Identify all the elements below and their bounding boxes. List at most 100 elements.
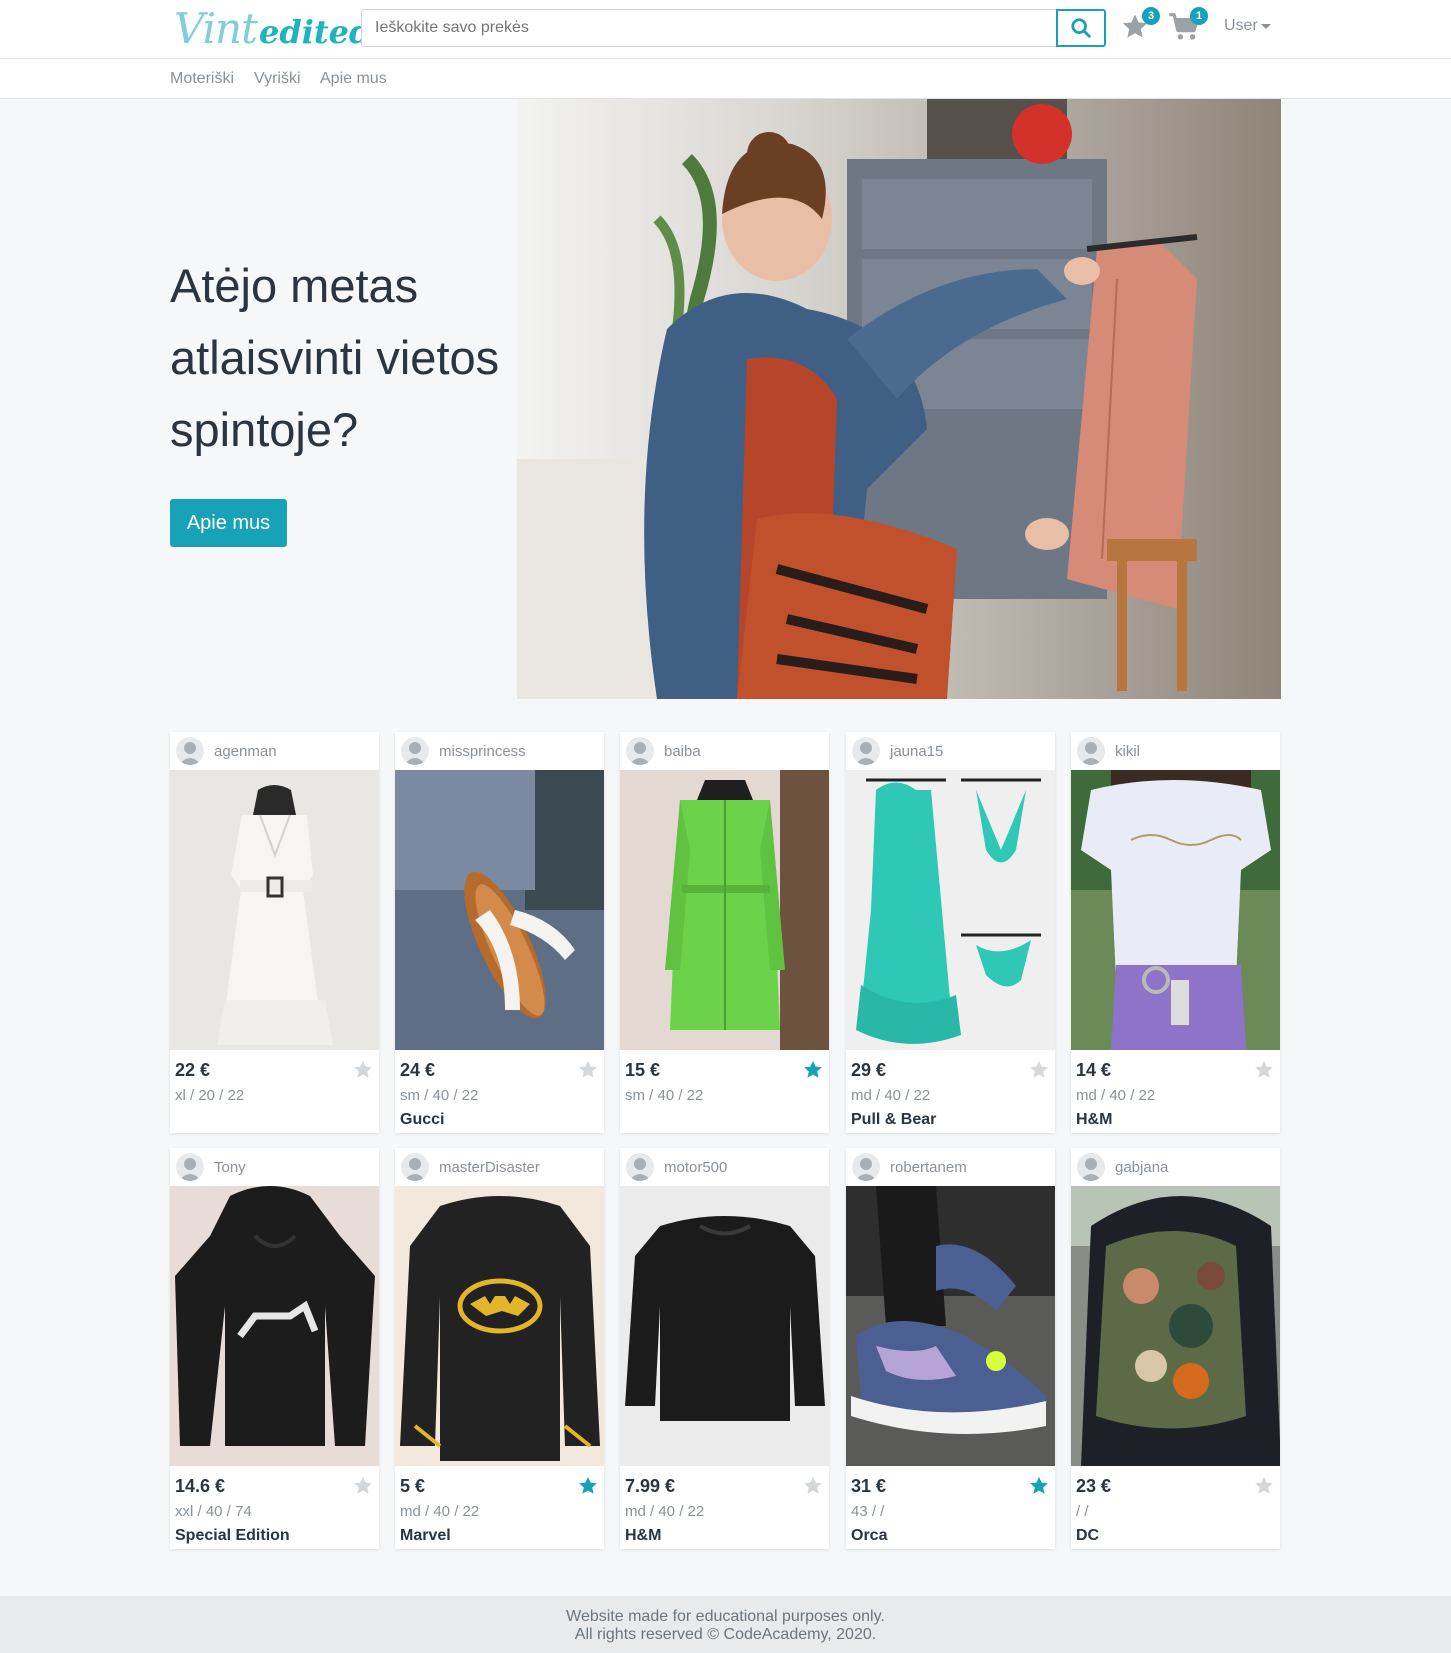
card-header: gabjana bbox=[1071, 1148, 1280, 1186]
seller-username[interactable]: kikil bbox=[1115, 743, 1140, 760]
seller-username[interactable]: missprincess bbox=[439, 743, 526, 760]
product-image[interactable] bbox=[1071, 1186, 1280, 1466]
search-bar bbox=[361, 9, 1106, 47]
product-price: 14 € bbox=[1076, 1060, 1112, 1080]
avatar-icon bbox=[176, 1153, 204, 1181]
product-size: md / 40 / 22 bbox=[1076, 1087, 1156, 1104]
favorite-star-icon[interactable] bbox=[802, 1475, 824, 1497]
product-price: 5 € bbox=[400, 1476, 426, 1496]
favorite-star-icon[interactable] bbox=[1253, 1059, 1275, 1081]
favorite-star-icon[interactable] bbox=[802, 1059, 824, 1081]
user-menu-label: User bbox=[1224, 17, 1258, 34]
cart-button[interactable]: 1 bbox=[1168, 7, 1208, 44]
product-card[interactable]: kikil 14 € md / 40 / 22 H&M bbox=[1071, 732, 1280, 1133]
avatar-icon bbox=[852, 1153, 880, 1181]
cart-count-badge: 1 bbox=[1190, 7, 1208, 25]
product-size: sm / 40 / 22 bbox=[400, 1087, 479, 1104]
favorite-star-icon[interactable] bbox=[1253, 1475, 1275, 1497]
seller-username[interactable]: gabjana bbox=[1115, 1159, 1168, 1176]
product-card[interactable]: agenman 22 € xl / 20 / 22 bbox=[170, 732, 379, 1133]
product-card[interactable]: baiba 15 € sm / 40 / 22 bbox=[620, 732, 829, 1133]
product-card[interactable]: gabjana 23 € / / DC bbox=[1071, 1148, 1280, 1549]
logo-part-2: edited bbox=[258, 13, 372, 51]
favorite-star-icon[interactable] bbox=[577, 1475, 599, 1497]
product-image[interactable] bbox=[1071, 770, 1280, 1050]
seller-username[interactable]: robertanem bbox=[890, 1159, 967, 1176]
hero-image bbox=[517, 99, 1281, 699]
product-size: md / 40 / 22 bbox=[400, 1503, 480, 1520]
search-input[interactable] bbox=[362, 10, 1054, 46]
product-size: xxl / 40 / 74 bbox=[175, 1503, 252, 1520]
product-image[interactable] bbox=[620, 1186, 829, 1466]
product-card[interactable]: jauna15 29 € md / 40 / 22 Pull & Bear bbox=[846, 732, 1055, 1133]
product-card[interactable]: missprincess 24 € sm / 40 / 22 Gucci bbox=[395, 732, 604, 1133]
product-card[interactable]: robertanem 31 € 43 / / Orca bbox=[846, 1148, 1055, 1549]
seller-username[interactable]: Tony bbox=[214, 1159, 246, 1176]
hero-title: Atėjo metas atlaisvinti vietos spintoje? bbox=[170, 259, 500, 456]
product-price: 29 € bbox=[851, 1060, 887, 1080]
user-menu[interactable]: User bbox=[1224, 17, 1271, 35]
product-price: 7.99 € bbox=[625, 1476, 676, 1496]
nav-item-moteriski[interactable]: Moteriški bbox=[170, 70, 234, 88]
product-brand: DC bbox=[1076, 1527, 1100, 1544]
seller-username[interactable]: masterDisaster bbox=[439, 1159, 540, 1176]
avatar-icon bbox=[852, 737, 880, 765]
hero-about-button[interactable]: Apie mus bbox=[170, 499, 287, 547]
card-header: robertanem bbox=[846, 1148, 1055, 1186]
product-image[interactable] bbox=[395, 770, 604, 1050]
product-image[interactable] bbox=[170, 770, 379, 1050]
footer: Website made for educational purposes on… bbox=[0, 1596, 1451, 1653]
product-brand: Orca bbox=[851, 1527, 888, 1544]
product-price: 15 € bbox=[625, 1060, 661, 1080]
product-card[interactable]: Tony 14.6 € xxl / 40 / 74 Special Editio… bbox=[170, 1148, 379, 1549]
avatar-icon bbox=[626, 1153, 654, 1181]
product-image[interactable] bbox=[170, 1186, 379, 1466]
card-header: kikil bbox=[1071, 732, 1280, 770]
seller-username[interactable]: agenman bbox=[214, 743, 277, 760]
product-size: md / 40 / 22 bbox=[851, 1087, 931, 1104]
product-card[interactable]: masterDisaster 5 € md / 40 / 22 Marvel bbox=[395, 1148, 604, 1549]
category-nav: Moteriški Vyriški Apie mus bbox=[0, 59, 1451, 99]
card-header: baiba bbox=[620, 732, 829, 770]
favorite-star-icon[interactable] bbox=[577, 1059, 599, 1081]
product-brand: Gucci bbox=[400, 1111, 445, 1128]
avatar-icon bbox=[401, 737, 429, 765]
product-brand: H&M bbox=[625, 1527, 662, 1544]
product-price: 14.6 € bbox=[175, 1476, 226, 1496]
seller-username[interactable]: motor500 bbox=[664, 1159, 727, 1176]
product-size: 43 / / bbox=[851, 1503, 885, 1520]
nav-item-vyriski[interactable]: Vyriški bbox=[254, 70, 301, 88]
seller-username[interactable]: baiba bbox=[664, 743, 701, 760]
avatar-icon bbox=[1077, 1153, 1105, 1181]
product-brand: Special Edition bbox=[175, 1527, 290, 1544]
chevron-down-icon bbox=[1260, 24, 1271, 29]
product-brand: H&M bbox=[1076, 1111, 1113, 1128]
logo-part-1: Vint bbox=[174, 4, 258, 53]
product-brand: Marvel bbox=[400, 1527, 451, 1544]
favorite-star-icon[interactable] bbox=[352, 1059, 374, 1081]
avatar-icon bbox=[1077, 737, 1105, 765]
card-header: Tony bbox=[170, 1148, 379, 1186]
favorite-star-icon[interactable] bbox=[352, 1475, 374, 1497]
favorites-count-badge: 3 bbox=[1142, 7, 1160, 25]
card-header: jauna15 bbox=[846, 732, 1055, 770]
seller-username[interactable]: jauna15 bbox=[890, 743, 943, 760]
footer-line-1: Website made for educational purposes on… bbox=[566, 1608, 885, 1625]
product-size: xl / 20 / 22 bbox=[175, 1087, 245, 1104]
nav-item-apie-mus[interactable]: Apie mus bbox=[320, 70, 387, 88]
product-image[interactable] bbox=[395, 1186, 604, 1466]
product-image[interactable] bbox=[846, 1186, 1055, 1466]
product-price: 24 € bbox=[400, 1060, 436, 1080]
product-card[interactable]: motor500 7.99 € md / 40 / 22 H&M bbox=[620, 1148, 829, 1549]
card-header: masterDisaster bbox=[395, 1148, 604, 1186]
logo[interactable]: Vint edited bbox=[174, 4, 371, 54]
product-image[interactable] bbox=[846, 770, 1055, 1050]
favorite-star-icon[interactable] bbox=[1028, 1059, 1050, 1081]
search-icon bbox=[1071, 18, 1091, 38]
product-brand: Pull & Bear bbox=[851, 1111, 937, 1128]
search-button[interactable] bbox=[1056, 9, 1106, 47]
favorite-star-icon[interactable] bbox=[1028, 1475, 1050, 1497]
product-image[interactable] bbox=[620, 770, 829, 1050]
favorites-button[interactable]: 3 bbox=[1120, 7, 1160, 44]
product-price: 22 € bbox=[175, 1060, 211, 1080]
